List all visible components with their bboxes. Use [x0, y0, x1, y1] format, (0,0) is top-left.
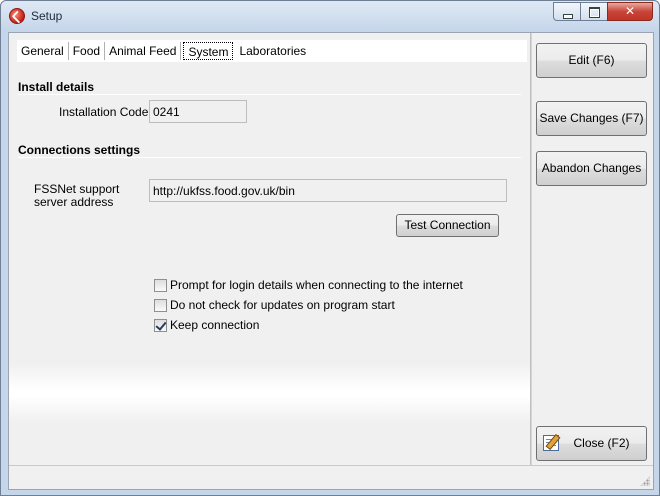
close-edit-icon — [543, 435, 559, 451]
tab-food[interactable]: Food — [69, 42, 106, 60]
status-bar — [9, 465, 653, 489]
no-update-check-label: Do not check for updates on program star… — [170, 298, 395, 312]
tab-general[interactable]: General — [17, 42, 69, 60]
connections-settings-heading: Connections settings — [18, 143, 141, 157]
app-logo-icon[interactable] — [9, 8, 25, 24]
option-prompt-login[interactable]: Prompt for login details when connecting… — [154, 278, 463, 292]
divider — [18, 157, 521, 158]
option-no-update-check[interactable]: Do not check for updates on program star… — [154, 298, 395, 312]
server-address-field[interactable]: http://ukfss.food.gov.uk/bin — [149, 179, 507, 202]
no-update-check-checkbox[interactable] — [154, 298, 167, 312]
option-keep-connection[interactable]: Keep connection — [154, 318, 259, 332]
settings-panel: General Food Animal Feed System Laborato… — [9, 33, 530, 465]
server-address-label: FSSNet support server address — [34, 182, 120, 209]
save-changes-button[interactable]: Save Changes (F7) — [536, 101, 647, 136]
tab-strip: General Food Animal Feed System Laborato… — [17, 40, 527, 62]
installation-code-label: Installation Code: — [59, 105, 152, 119]
prompt-login-checkbox[interactable] — [154, 278, 167, 292]
prompt-login-label: Prompt for login details when connecting… — [170, 278, 463, 292]
title-bar[interactable]: Setup — [1, 1, 659, 31]
installation-code-field[interactable]: 0241 — [149, 100, 247, 123]
close-button-label: Close (F2) — [573, 436, 630, 450]
resize-grip-icon[interactable] — [640, 476, 650, 486]
abandon-changes-button[interactable]: Abandon Changes — [536, 151, 647, 186]
test-connection-button[interactable]: Test Connection — [396, 214, 499, 237]
close-button[interactable]: Close (F2) — [536, 426, 647, 461]
keep-connection-checkbox[interactable] — [154, 318, 167, 332]
client-area: General Food Animal Feed System Laborato… — [8, 32, 654, 490]
keep-connection-label: Keep connection — [170, 318, 260, 332]
tab-laboratories[interactable]: Laboratories — [235, 42, 310, 60]
tab-animal-feed[interactable]: Animal Feed — [105, 42, 182, 60]
maximize-button[interactable] — [580, 2, 607, 21]
tab-system[interactable]: System — [183, 42, 234, 60]
fade-overlay — [9, 363, 530, 423]
install-details-heading: Install details — [18, 80, 95, 94]
minimize-button[interactable] — [553, 2, 580, 21]
divider — [18, 94, 521, 95]
setup-window: Setup General Food Animal Feed System La… — [0, 0, 660, 496]
window-controls — [553, 2, 653, 22]
action-sidebar: Edit (F6) Save Changes (F7) Abandon Chan… — [532, 33, 655, 465]
edit-button[interactable]: Edit (F6) — [536, 43, 647, 78]
window-title: Setup — [31, 9, 63, 23]
close-window-button[interactable] — [607, 2, 653, 21]
